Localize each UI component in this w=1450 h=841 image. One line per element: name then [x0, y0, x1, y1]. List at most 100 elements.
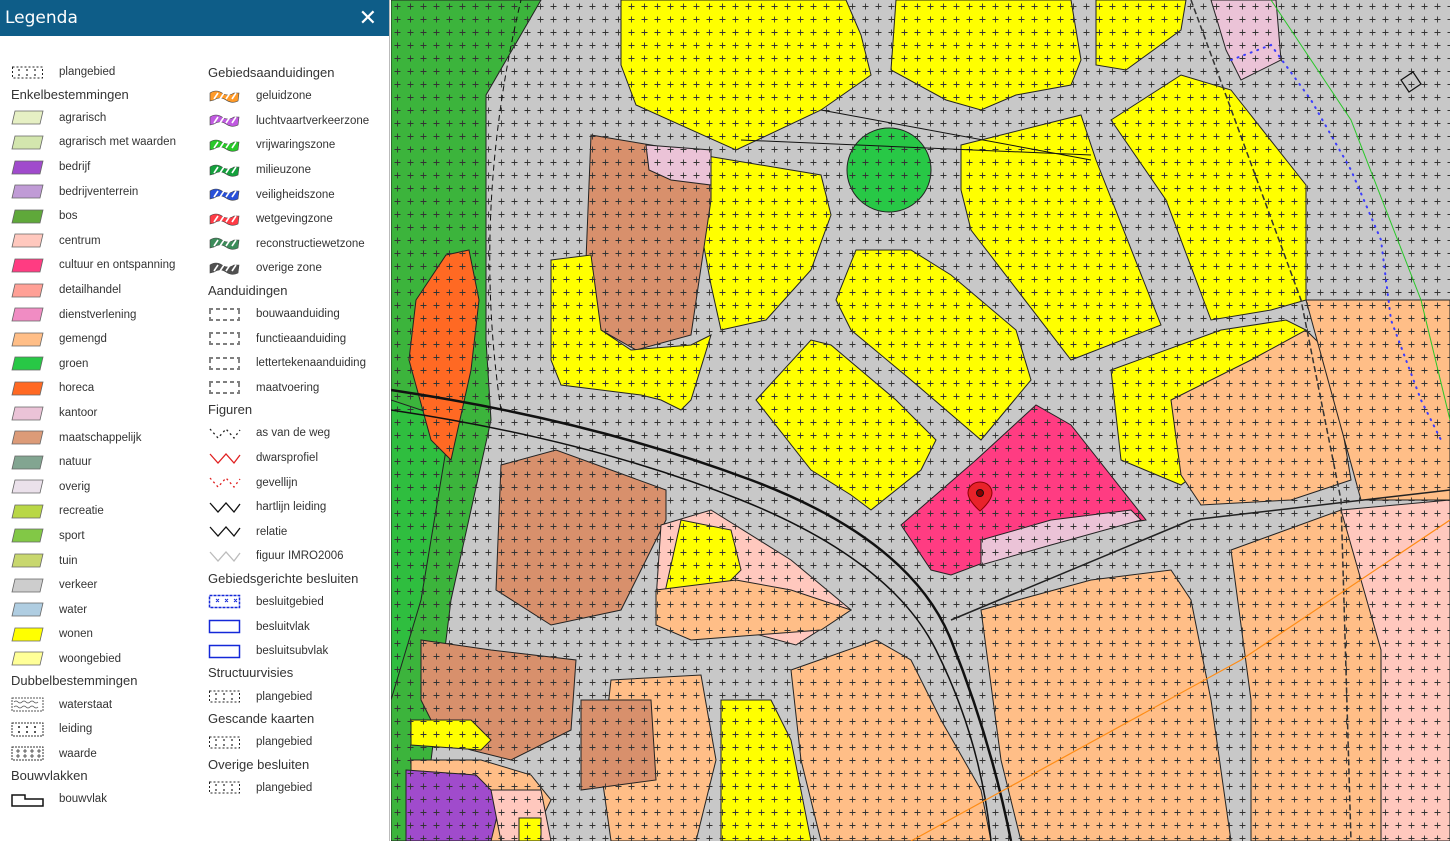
legend-item-verkeer-swatch — [11, 578, 44, 593]
legend-item-bouwaanduiding-label: bouwaanduiding — [256, 308, 340, 321]
legend-item-besluitsubvlak: besluitsubvlak — [208, 639, 388, 664]
legend-item-besluitsubvlak-label: besluitsubvlak — [256, 645, 329, 658]
legend-item-gevellijn-swatch — [208, 475, 241, 490]
legend-item-leiding-swatch — [11, 722, 44, 737]
legend-item-bos-swatch — [11, 209, 44, 224]
legend-item-luchtvaartverkeerzone: luchtvaartverkeerzone — [208, 109, 388, 134]
legend-item-wetgevingzone-label: wetgevingzone — [256, 213, 333, 226]
legend-item-besluitvlak-label: besluitvlak — [256, 620, 310, 633]
legend-item-kantoor: kantoor — [11, 401, 201, 426]
legend-column-1: plangebied Enkelbestemmingen agrarisch agra… — [11, 60, 201, 812]
legend-item-reconstructiewetzone-swatch — [208, 236, 241, 251]
legend-item-verkeer: verkeer — [11, 573, 201, 598]
legend-item-centrum: centrum — [11, 229, 201, 254]
legend-item-functieaanduiding: functieaanduiding — [208, 326, 388, 351]
legend-item-milieuzone-swatch — [208, 163, 241, 178]
legend-item-water-swatch — [11, 602, 44, 617]
legend-item-veiligheidszone-label: veiligheidszone — [256, 188, 335, 201]
legend-item-agrarisch-met-waarden: agrarisch met waarden — [11, 130, 201, 155]
legend-item-natuur: natuur — [11, 450, 201, 475]
legend-item-cultuur-en-ontspanning: cultuur en ontspanning — [11, 253, 201, 278]
legend-item-waterstaat-label: waterstaat — [59, 698, 113, 711]
legend-item-dwarsprofiel-label: dwarsprofiel — [256, 452, 318, 465]
legend-item-horeca-label: horeca — [59, 382, 95, 395]
legend-item-bedrijventerrein: bedrijventerrein — [11, 179, 201, 204]
legend-item-sport: sport — [11, 524, 201, 549]
map-canvas[interactable] — [391, 0, 1450, 841]
section-gebiedsgerichte-besluiten: Gebiedsgerichte besluiten — [208, 570, 359, 586]
legend-column-2: Gebiedsaanduidingen geluidzone luchtvaartv… — [208, 63, 388, 800]
legend-item-besluitgebied-label: besluitgebied — [256, 595, 324, 608]
legend-item-gevellijn-label: gevellijn — [256, 476, 298, 489]
legend-item-woongebied: woongebied — [11, 647, 201, 672]
legend-item-reconstructiewetzone-label: reconstructiewetzone — [256, 237, 365, 250]
legend-item-bedrijventerrein-label: bedrijventerrein — [59, 185, 139, 198]
legend-item-besluitsubvlak-swatch — [208, 644, 241, 659]
section-overige-besluiten: Overige besluiten — [208, 756, 310, 772]
legend-item-bedrijf-label: bedrijf — [59, 161, 91, 174]
legend-item-geluidzone: geluidzone — [208, 84, 388, 109]
legend-item-milieuzone-label: milieuzone — [256, 164, 311, 177]
legend-item-dienstverlening: dienstverlening — [11, 302, 201, 327]
legend-item-functieaanduiding-label: functieaanduiding — [256, 332, 347, 345]
legend-item-dwarsprofiel: dwarsprofiel — [208, 446, 388, 471]
legend-item-waarde-label: waarde — [59, 747, 97, 760]
legend-item-gemengd-swatch — [11, 332, 44, 347]
section-gescande-kaarten: Gescande kaarten — [208, 711, 315, 727]
legend-item-maatschappelijk: maatschappelijk — [11, 425, 201, 450]
legend-item-groen: groen — [11, 352, 201, 377]
legend-item-horeca-swatch — [11, 381, 44, 396]
legend-item-maatschappelijk-swatch — [11, 430, 44, 445]
legend-item-tuin: tuin — [11, 548, 201, 573]
legend-item-functieaanduiding-swatch — [208, 331, 241, 346]
legend-item-gemengd: gemengd — [11, 327, 201, 352]
legend-item-bos-label: bos — [59, 210, 78, 223]
legend-item-luchtvaartverkeerzone-swatch — [208, 113, 241, 128]
legend-header: Legenda ✕ — [0, 0, 389, 36]
section-enkelbestemmingen: Enkelbestemmingen — [11, 86, 129, 102]
legend-item-woongebied-swatch — [11, 651, 44, 666]
legend-item-bedrijventerrein-swatch — [11, 184, 44, 199]
legend-item-wetgevingzone: wetgevingzone — [208, 207, 388, 232]
map-view[interactable] — [391, 0, 1450, 841]
legend-item-waterstaat: waterstaat — [11, 692, 201, 717]
legend-item-overig: overig — [11, 475, 201, 500]
legend-item-relatie-swatch — [208, 524, 241, 539]
legend-item-tuin-label: tuin — [59, 554, 78, 567]
legend-item-gevellijn: gevellijn — [208, 470, 388, 495]
legend-item-leiding-label: leiding — [59, 723, 93, 736]
legend-item-detailhandel: detailhandel — [11, 278, 201, 303]
legend-item-overige-plangebied: plangebied — [208, 776, 388, 801]
legend-item-dienstverlening-label: dienstverlening — [59, 308, 137, 321]
legend-item-lettertekenaanduiding-swatch — [208, 356, 241, 371]
legend-item-luchtvaartverkeerzone-label: luchtvaartverkeerzone — [256, 114, 370, 127]
legend-item-bos: bos — [11, 204, 201, 229]
legend-item-centrum-swatch — [11, 233, 44, 248]
legend-item-vrijwaringszone: vrijwaringszone — [208, 133, 388, 158]
legend-item-lettertekenaanduiding: lettertekenaanduiding — [208, 351, 388, 376]
legend-panel: Legenda ✕ plangebied Enkelbestemmingen agr… — [0, 0, 390, 841]
legend-item-recreatie-label: recreatie — [59, 505, 104, 518]
close-icon[interactable]: ✕ — [359, 7, 377, 29]
legend-item-besluitvlak: besluitvlak — [208, 614, 388, 639]
legend-item-wetgevingzone-swatch — [208, 212, 241, 227]
legend-item-bedrijf-swatch — [11, 160, 44, 175]
legend-item-overig-label: overig — [59, 480, 91, 493]
legend-item-agrarisch-met-waarden-swatch — [11, 135, 44, 150]
legend-item-besluitvlak-swatch — [208, 619, 241, 634]
legend-item-maatvoering-label: maatvoering — [256, 381, 320, 394]
section-structuurvisies: Structuurvisies — [208, 665, 294, 681]
legend-item-recreatie: recreatie — [11, 499, 201, 524]
legend-item-besluitgebied: besluitgebied — [208, 590, 388, 615]
legend-item-maatvoering: maatvoering — [208, 376, 388, 401]
legend-item-water: water — [11, 597, 201, 622]
section-dubbelbestemmingen: Dubbelbestemmingen — [11, 673, 138, 689]
legend-title: Legenda — [5, 8, 78, 28]
legend-item-lettertekenaanduiding-label: lettertekenaanduiding — [256, 357, 366, 370]
location-marker-dot — [976, 489, 984, 497]
legend-item-woongebied-label: woongebied — [59, 652, 122, 665]
legend-item-sport-label: sport — [59, 529, 85, 542]
legend-item-plangebied-swatch — [11, 65, 44, 80]
legend-item-dwarsprofiel-swatch — [208, 451, 241, 466]
legend-item-overige-plangebied-swatch — [208, 780, 241, 795]
